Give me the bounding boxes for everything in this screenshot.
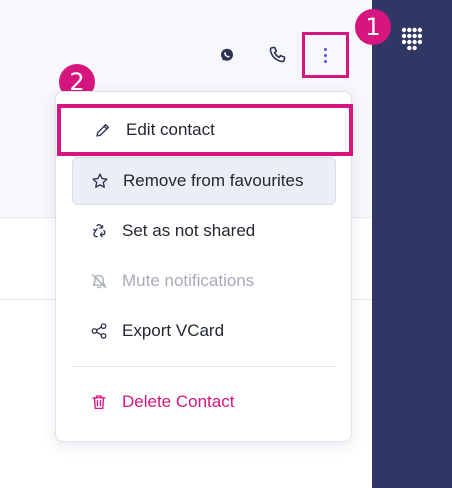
more-vertical-icon — [324, 47, 327, 63]
call-button[interactable] — [264, 41, 290, 67]
menu-item-set-not-shared[interactable]: Set as not shared — [72, 207, 336, 255]
menu-item-remove-favourite[interactable]: Remove from favourites — [72, 157, 336, 205]
share-nodes-icon — [90, 222, 108, 240]
phone-icon — [269, 46, 285, 62]
trash-icon — [90, 393, 108, 411]
menu-item-delete-contact[interactable]: Delete Contact — [72, 378, 336, 426]
keypad-icon[interactable] — [401, 27, 423, 53]
star-icon — [91, 172, 109, 190]
contact-options-menu: Edit contact Remove from favourites Set … — [55, 91, 353, 442]
menu-item-label: Remove from favourites — [123, 171, 304, 190]
menu-divider — [72, 366, 336, 367]
step-marker-1: 1 — [355, 9, 391, 45]
menu-item-label: Export VCard — [122, 321, 225, 340]
menu-item-label: Set as not shared — [122, 221, 256, 240]
menu-item-mute-notifications: Mute notifications — [72, 257, 336, 305]
pencil-icon — [94, 121, 112, 139]
menu-item-edit-contact[interactable]: Edit contact — [57, 104, 353, 156]
right-rail — [372, 0, 452, 488]
bell-off-icon — [90, 272, 108, 290]
whatsapp-button[interactable] — [216, 44, 238, 66]
whatsapp-icon — [221, 48, 233, 61]
export-share-icon — [90, 322, 108, 340]
menu-item-label: Edit contact — [126, 120, 215, 139]
more-options-button[interactable] — [302, 32, 349, 78]
menu-item-label: Delete Contact — [122, 392, 235, 411]
menu-item-label: Mute notifications — [122, 271, 255, 290]
menu-item-export-vcard[interactable]: Export VCard — [72, 307, 336, 355]
